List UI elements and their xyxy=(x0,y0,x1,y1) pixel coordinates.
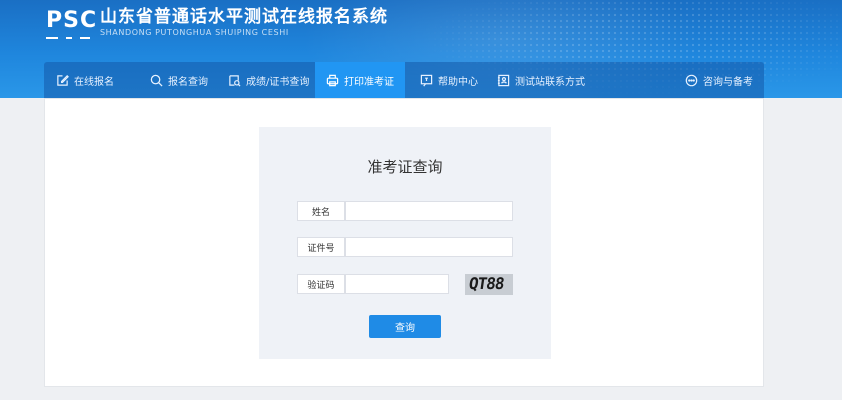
help-icon xyxy=(420,74,433,86)
form-title: 准考证查询 xyxy=(367,158,443,176)
name-input[interactable] xyxy=(345,201,513,221)
nav-label: 成绩/证书查询 xyxy=(246,76,310,88)
site-header: PSC 山东省普通话水平测试在线报名系统 SHANDONG PUTONGHUA … xyxy=(0,0,842,98)
logo-text: PSC xyxy=(46,8,98,33)
site-subtitle: SHANDONG PUTONGHUA SHUIPING CESHI xyxy=(100,28,289,37)
document-search-icon xyxy=(229,74,241,86)
printer-icon xyxy=(326,74,339,86)
name-label: 姓名 xyxy=(297,201,345,221)
main-nav: 在线报名 报名查询 成绩/证书查询 打印准考证 帮助中心 测试站联系方式 咨询与… xyxy=(44,62,764,98)
nav-label: 测试站联系方式 xyxy=(515,76,585,88)
captcha-image[interactable]: QT88 xyxy=(465,274,513,295)
nav-item-help-center[interactable]: 帮助中心 xyxy=(420,62,478,98)
captcha-text: QT88 xyxy=(467,274,505,293)
search-icon xyxy=(150,74,163,87)
captcha-input[interactable] xyxy=(345,274,449,294)
nav-item-registration-query[interactable]: 报名查询 xyxy=(150,62,208,98)
nav-label: 在线报名 xyxy=(74,76,114,88)
ticket-query-card: 准考证查询 姓名 证件号 验证码 QT88 查询 xyxy=(259,127,551,359)
logo-underline xyxy=(46,37,90,39)
chat-icon xyxy=(685,74,698,86)
id-number-label: 证件号 xyxy=(297,237,345,257)
query-button[interactable]: 查询 xyxy=(369,315,441,338)
nav-item-print-admission-ticket[interactable]: 打印准考证 xyxy=(315,62,405,98)
site-title: 山东省普通话水平测试在线报名系统 xyxy=(100,7,388,27)
captcha-label: 验证码 xyxy=(297,274,345,294)
nav-label: 咨询与备考 xyxy=(703,76,753,88)
nav-item-score-certificate-query[interactable]: 成绩/证书查询 xyxy=(228,62,309,98)
id-number-input[interactable] xyxy=(345,237,513,257)
nav-item-consult-and-prepare[interactable]: 咨询与备考 xyxy=(685,62,753,98)
nav-label: 帮助中心 xyxy=(438,76,478,88)
nav-label: 报名查询 xyxy=(168,76,208,88)
edit-icon xyxy=(57,74,69,86)
contact-book-icon xyxy=(497,74,510,86)
nav-item-online-registration[interactable]: 在线报名 xyxy=(56,62,114,98)
nav-item-test-center-contacts[interactable]: 测试站联系方式 xyxy=(497,62,585,98)
nav-label: 打印准考证 xyxy=(344,76,394,88)
site-logo[interactable]: PSC xyxy=(46,8,98,40)
